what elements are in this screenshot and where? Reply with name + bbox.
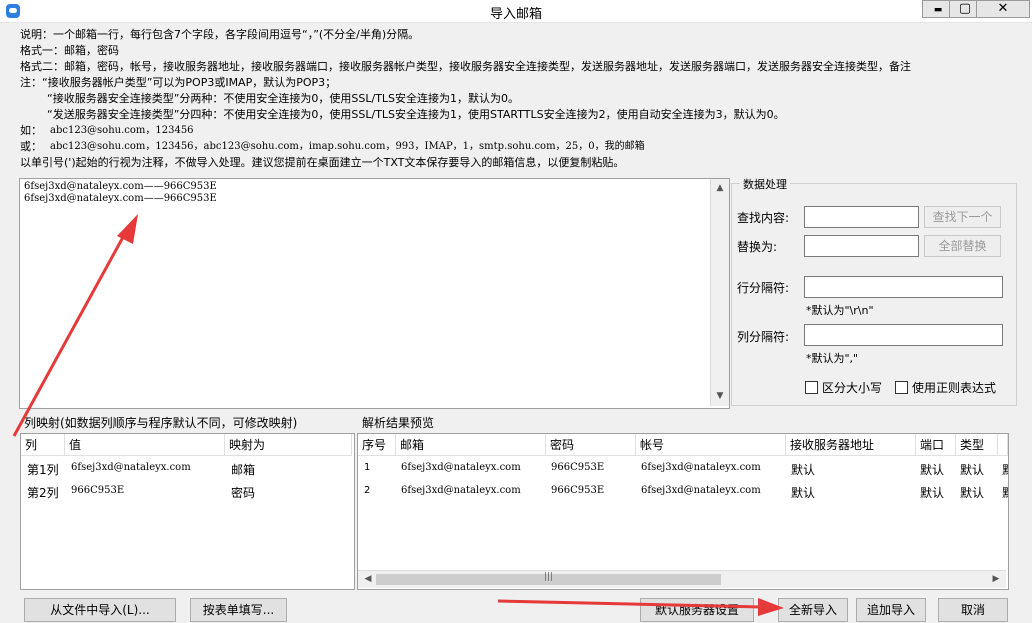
mapping-cell-column: 第2列 (27, 486, 59, 500)
table-row[interactable]: 2 6fsej3xd@nataleyx.com 966C953E 6fsej3x… (358, 480, 1008, 502)
regex-label: 使用正则表达式 (912, 381, 997, 395)
replace-all-button[interactable]: 全部替换 (924, 235, 1001, 257)
append-import-button[interactable]: 追加导入 (856, 598, 926, 622)
mapping-header-map[interactable]: 映射为 (225, 434, 352, 456)
preview-header-password[interactable]: 密码 (546, 434, 636, 456)
minimize-icon: ▬ (933, 5, 943, 15)
preview-header-extra[interactable] (998, 434, 1008, 456)
case-sensitive-label: 区分大小写 (822, 381, 883, 395)
scroll-down-icon[interactable]: ▼ (712, 388, 728, 404)
preview-cell-email: 6fsej3xd@nataleyx.com (401, 485, 521, 496)
preview-cell-account: 6fsej3xd@nataleyx.com (641, 485, 761, 496)
example-2: abc123@sohu.com，123456，abc123@sohu.com，i… (50, 141, 645, 152)
scroll-up-icon[interactable]: ▲ (712, 180, 728, 196)
instruction-line-2: 格式一：邮箱，密码 (20, 44, 119, 57)
text-line: 6fsej3xd@nataleyx.com——966C953E (24, 181, 217, 192)
import-from-file-button[interactable]: 从文件中导入(L)... (24, 598, 176, 622)
preview-cell-account: 6fsej3xd@nataleyx.com (641, 462, 761, 473)
row-separator-hint: *默认为"\r\n" (806, 304, 874, 317)
preview-cell-port: 默认 (920, 486, 945, 500)
replace-input[interactable] (804, 235, 919, 257)
mapping-cell-value: 6fsej3xd@nataleyx.com (71, 462, 191, 473)
default-server-settings-button[interactable]: 默认服务器设置 (640, 598, 754, 622)
fill-form-button[interactable]: 按表单填写... (190, 598, 287, 622)
preview-cell-type: 默认 (960, 463, 985, 477)
preview-cell-password: 966C953E (551, 485, 605, 496)
example-1: abc123@sohu.com，123456 (50, 125, 194, 136)
mapping-header-column[interactable]: 列 (21, 434, 65, 456)
preview-cell-type: 默认 (960, 486, 985, 500)
example-1-label: 如： (20, 124, 42, 137)
maximize-icon: ▢ (958, 1, 972, 16)
horizontal-scrollbar[interactable]: ◀ ||| ▶ (358, 570, 1006, 588)
preview-header-port[interactable]: 端口 (916, 434, 956, 456)
mapping-cell-map[interactable]: 密码 (231, 484, 255, 501)
preview-title: 解析结果预览 (362, 416, 435, 430)
instruction-line-3: 格式二：邮箱，密码，帐号，接收服务器地址，接收服务器端口，接收服务器帐户类型，接… (20, 60, 911, 73)
vertical-scrollbar[interactable]: ▲ ▼ (710, 179, 729, 406)
preview-cell-port: 默认 (920, 463, 945, 477)
scroll-left-icon[interactable]: ◀ (360, 571, 376, 587)
import-text-area[interactable]: 6fsej3xd@nataleyx.com——966C953E 6fsej3xd… (19, 178, 730, 409)
column-separator-hint: *默认为"," (806, 352, 859, 365)
find-input[interactable] (804, 206, 919, 228)
mapping-cell-column: 第1列 (27, 463, 59, 477)
preview-cell-no: 1 (364, 462, 371, 473)
instruction-line-1: 说明：一个邮箱一行，每行包含7个字段，各字段间用逗号“，”(不分全/半角)分隔。 (20, 28, 420, 41)
preview-cell-password: 966C953E (551, 462, 605, 473)
table-row[interactable]: 第2列 966C953E 密码 (21, 480, 352, 502)
table-row[interactable]: 1 6fsej3xd@nataleyx.com 966C953E 6fsej3x… (358, 457, 1008, 479)
mapping-cell-value: 966C953E (71, 485, 125, 496)
preview-cell-server: 默认 (791, 486, 816, 500)
example-2-label: 或： (20, 140, 42, 153)
case-sensitive-checkbox[interactable] (805, 381, 818, 394)
column-mapping-table[interactable]: 列 值 映射为 第1列 6fsej3xd@nataleyx.com 邮箱 第2列… (20, 433, 355, 590)
instruction-send-security: “发送服务器安全连接类型”分四种：不使用安全连接为0，使用SSL/TLS安全连接… (47, 108, 785, 121)
instruction-receive-security: “接收服务器安全连接类型”分两种：不使用安全连接为0，使用SSL/TLS安全连接… (47, 92, 520, 105)
window-title: 导入邮箱 (489, 7, 542, 22)
preview-cell-no: 2 (364, 485, 371, 496)
preview-cell-email: 6fsej3xd@nataleyx.com (401, 462, 521, 473)
preview-header-account[interactable]: 帐号 (636, 434, 786, 456)
find-next-button[interactable]: 查找下一个 (924, 206, 1001, 228)
column-separator-label: 列分隔符: (737, 330, 790, 344)
grip-icon: ||| (544, 572, 554, 582)
replace-label: 替换为: (737, 240, 778, 254)
column-mapping-title: 列映射(如数据列顺序与程序默认不同，可修改映射) (24, 416, 298, 430)
row-separator-label: 行分隔符: (737, 281, 790, 295)
new-import-button[interactable]: 全新导入 (778, 598, 848, 622)
scroll-right-icon[interactable]: ▶ (988, 571, 1004, 587)
instruction-comment: 以单引号(')起始的行视为注释，不做导入处理。建议您提前在桌面建立一个TXT文本… (20, 156, 625, 169)
preview-cell-server: 默认 (791, 463, 816, 477)
mapping-cell-map[interactable]: 邮箱 (231, 461, 255, 478)
row-separator-input[interactable] (804, 276, 1003, 298)
regex-checkbox[interactable] (895, 381, 908, 394)
close-icon: ✕ (997, 1, 1009, 16)
mapping-header-value[interactable]: 值 (65, 434, 225, 456)
table-row[interactable]: 第1列 6fsej3xd@nataleyx.com 邮箱 (21, 457, 352, 479)
preview-table[interactable]: 序号 邮箱 密码 帐号 接收服务器地址 端口 类型 1 6fsej3xd@nat… (357, 433, 1009, 590)
text-line: 6fsej3xd@nataleyx.com——966C953E (24, 193, 217, 204)
column-separator-input[interactable] (804, 324, 1003, 346)
preview-cell-extra: 默 (1002, 484, 1008, 501)
close-button[interactable]: ✕ (976, 0, 1030, 18)
preview-header-no[interactable]: 序号 (358, 434, 396, 456)
preview-cell-extra: 默 (1002, 461, 1008, 478)
preview-header-email[interactable]: 邮箱 (396, 434, 546, 456)
preview-header-type[interactable]: 类型 (956, 434, 998, 456)
cancel-button[interactable]: 取消 (938, 598, 1008, 622)
instruction-note: 注：“接收服务器帐户类型”可以为POP3或IMAP，默认为POP3； (20, 76, 337, 89)
find-label: 查找内容: (737, 211, 790, 225)
data-processing-title: 数据处理 (740, 176, 790, 192)
preview-header-server[interactable]: 接收服务器地址 (786, 434, 916, 456)
